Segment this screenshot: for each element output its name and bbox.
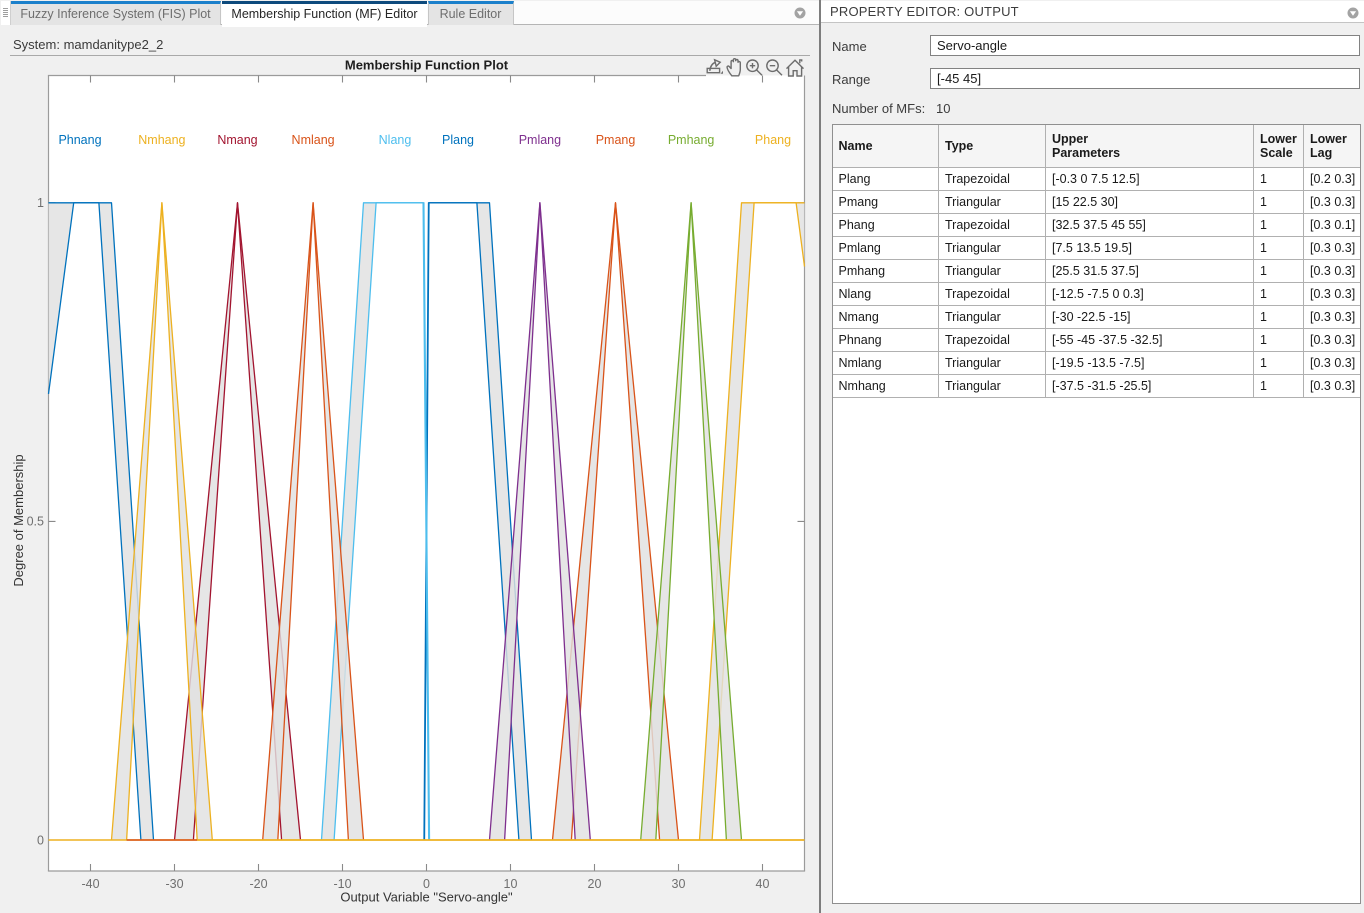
svg-text:Phnang: Phnang <box>58 133 101 147</box>
svg-text:20: 20 <box>588 877 602 891</box>
svg-text:Nmhang: Nmhang <box>138 133 185 147</box>
svg-text:Nmlang: Nmlang <box>292 133 335 147</box>
svg-text:0.5: 0.5 <box>27 515 44 529</box>
svg-text:-30: -30 <box>165 877 183 891</box>
svg-text:40: 40 <box>756 877 770 891</box>
svg-text:Membership Function Plot: Membership Function Plot <box>345 58 509 73</box>
svg-text:Phang: Phang <box>755 133 791 147</box>
svg-text:Pmang: Pmang <box>596 133 636 147</box>
svg-text:30: 30 <box>672 877 686 891</box>
svg-text:-20: -20 <box>249 877 267 891</box>
svg-text:Plang: Plang <box>442 133 474 147</box>
svg-text:-40: -40 <box>81 877 99 891</box>
svg-text:Output Variable "Servo-angle": Output Variable "Servo-angle" <box>340 890 513 905</box>
svg-text:Nmang: Nmang <box>217 133 257 147</box>
svg-text:Pmlang: Pmlang <box>519 133 561 147</box>
svg-text:1: 1 <box>37 196 44 210</box>
svg-text:0: 0 <box>37 833 44 847</box>
svg-text:Degree of Membership: Degree of Membership <box>11 454 26 586</box>
svg-text:Nlang: Nlang <box>379 133 412 147</box>
svg-text:Pmhang: Pmhang <box>668 133 715 147</box>
